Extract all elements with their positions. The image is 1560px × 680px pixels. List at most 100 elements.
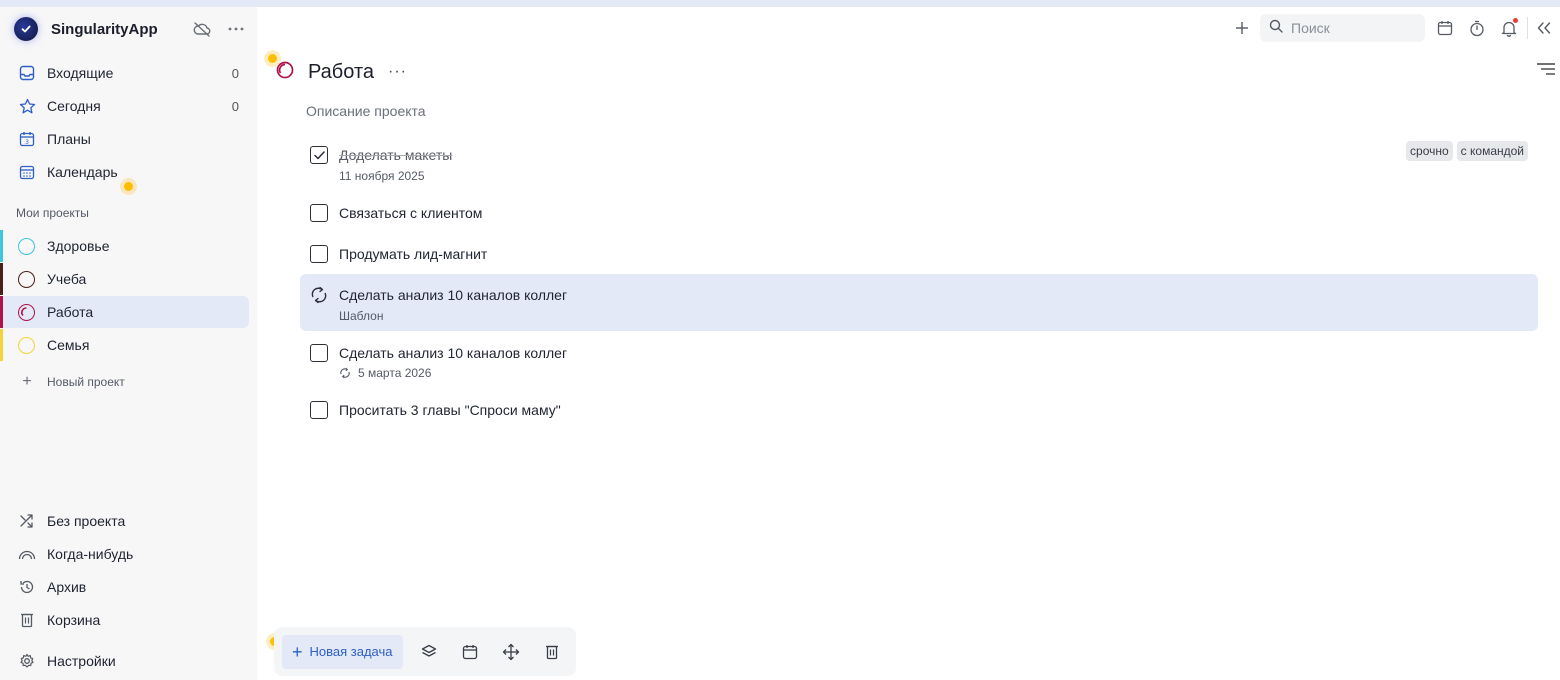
sidebar-item-inbox[interactable]: Входящие 0 xyxy=(0,57,249,89)
task-title: Доделать макеты xyxy=(339,147,453,163)
task-row[interactable]: Сделать анализ 10 каналов коллег 5 марта… xyxy=(300,337,1538,385)
sidebar-item-label: Когда-нибудь xyxy=(47,546,134,562)
sidebar-item-no-project[interactable]: Без проекта xyxy=(0,505,249,537)
sidebar-item-plans[interactable]: 3 Планы xyxy=(0,123,249,155)
add-icon[interactable] xyxy=(1230,16,1254,40)
task-row[interactable]: Проситать 3 главы "Спроси маму" xyxy=(300,394,1538,428)
project-item-family[interactable]: Семья xyxy=(0,329,249,361)
task-date: 5 марта 2026 xyxy=(358,366,432,380)
trash-icon xyxy=(18,611,36,629)
sidebar-item-label: Настройки xyxy=(47,653,116,669)
template-repeat-icon xyxy=(309,285,329,305)
project-item-study[interactable]: Учеба xyxy=(0,263,249,295)
settings-gear-icon xyxy=(18,652,36,670)
app-name: SingularityApp xyxy=(51,20,158,38)
cloud-off-icon[interactable] xyxy=(192,19,212,39)
task-date-row: 5 марта 2026 xyxy=(339,366,431,380)
project-progress-circle-icon xyxy=(276,61,294,84)
toolbar-icons xyxy=(419,642,562,662)
calendar-grid-icon xyxy=(18,163,36,181)
task-row[interactable]: Связаться с клиентом xyxy=(300,196,1538,230)
sidebar-item-trash[interactable]: Корзина xyxy=(0,604,249,636)
collapse-panel-icon[interactable] xyxy=(1534,18,1554,38)
project-label: Работа xyxy=(47,304,94,320)
more-options-icon[interactable] xyxy=(226,19,246,39)
task-row[interactable]: Продумать лид-магнит xyxy=(300,237,1538,271)
move-icon[interactable] xyxy=(501,642,521,662)
new-project-label: Новый проект xyxy=(47,375,125,389)
trash-icon[interactable] xyxy=(542,642,562,662)
project-circle-icon xyxy=(18,237,35,255)
project-label: Учеба xyxy=(47,271,87,287)
timer-icon[interactable] xyxy=(1467,18,1487,38)
sidebar-item-someday[interactable]: Когда-нибудь xyxy=(0,538,249,570)
app-logo-icon xyxy=(14,17,38,41)
shuffle-icon xyxy=(18,512,36,530)
star-icon xyxy=(18,97,36,115)
tag-badge[interactable]: срочно xyxy=(1406,141,1453,161)
onboarding-hint-dot[interactable] xyxy=(124,182,133,191)
task-title: Проситать 3 главы "Спроси маму" xyxy=(339,402,561,418)
task-checkbox-checked[interactable] xyxy=(310,146,328,164)
calendar-icon[interactable] xyxy=(1435,18,1455,38)
project-label: Семья xyxy=(47,337,90,353)
task-checkbox[interactable] xyxy=(310,344,328,362)
svg-text:3: 3 xyxy=(25,139,29,146)
rainbow-icon xyxy=(18,545,36,563)
search-icon xyxy=(1269,19,1283,38)
sidebar: SingularityApp Входящие 0 Сегодня 0 3 Пл… xyxy=(0,7,257,680)
layers-icon[interactable] xyxy=(419,642,439,662)
search-box[interactable] xyxy=(1260,14,1425,42)
tag-badge[interactable]: с командой xyxy=(1456,141,1528,161)
inbox-icon xyxy=(18,64,36,82)
sidebar-item-label: Входящие xyxy=(47,65,114,81)
project-label: Здоровье xyxy=(47,238,110,254)
task-checkbox[interactable] xyxy=(310,245,328,263)
project-item-work[interactable]: Работа xyxy=(0,296,249,328)
project-more-button[interactable]: ··· xyxy=(388,63,407,81)
task-row[interactable]: Доделать макеты 11 ноября 2025 срочно с … xyxy=(300,138,1538,188)
sidebar-item-archive[interactable]: Архив xyxy=(0,571,249,603)
task-checkbox[interactable] xyxy=(310,204,328,222)
project-item-health[interactable]: Здоровье xyxy=(0,230,249,262)
new-task-button[interactable]: + Новая задача xyxy=(282,634,403,669)
project-circle-icon xyxy=(18,270,35,288)
bottom-toolbar: + Новая задача xyxy=(274,627,576,676)
sidebar-item-settings[interactable]: Настройки xyxy=(0,645,249,677)
project-header: Работа ··· xyxy=(276,60,407,84)
project-color-bar xyxy=(0,329,3,361)
project-circle-icon xyxy=(18,336,35,354)
calendar-icon[interactable] xyxy=(460,642,480,662)
sidebar-item-today[interactable]: Сегодня 0 xyxy=(0,90,249,122)
topbar xyxy=(1230,14,1554,42)
today-count: 0 xyxy=(231,98,239,114)
task-title: Сделать анализ 10 каналов коллег xyxy=(339,345,568,361)
new-task-label: Новая задача xyxy=(309,644,393,659)
brand[interactable]: SingularityApp xyxy=(14,17,158,41)
sidebar-item-label: Архив xyxy=(47,579,87,595)
task-checkbox[interactable] xyxy=(310,401,328,419)
task-template-label: Шаблон xyxy=(339,309,384,323)
search-input[interactable] xyxy=(1291,20,1411,36)
sort-filter-icon[interactable] xyxy=(1536,62,1556,82)
notifications-bell-icon[interactable] xyxy=(1499,18,1519,38)
sidebar-header-actions xyxy=(192,19,246,39)
history-icon xyxy=(18,578,36,596)
task-tags: срочно с командой xyxy=(1406,141,1528,161)
new-project-button[interactable]: + Новый проект xyxy=(18,372,125,392)
task-title: Сделать анализ 10 каналов коллег xyxy=(339,287,568,303)
inbox-count: 0 xyxy=(231,65,239,81)
sidebar-item-label: Сегодня xyxy=(47,98,101,114)
task-title: Связаться с клиентом xyxy=(339,205,483,221)
sidebar-item-label: Без проекта xyxy=(47,513,126,529)
sidebar-item-label: Календарь xyxy=(47,164,118,180)
projects-section-title: Мои проекты xyxy=(16,206,89,220)
task-title: Продумать лид-магнит xyxy=(339,246,488,262)
task-row-selected[interactable]: Сделать анализ 10 каналов коллег Шаблон xyxy=(300,274,1538,331)
plus-icon: + xyxy=(22,373,32,390)
repeat-icon xyxy=(339,367,351,379)
project-color-bar xyxy=(0,263,3,295)
project-progress-circle-icon xyxy=(18,303,35,321)
project-description[interactable]: Описание проекта xyxy=(306,103,426,119)
task-date: 11 ноября 2025 xyxy=(339,169,425,183)
